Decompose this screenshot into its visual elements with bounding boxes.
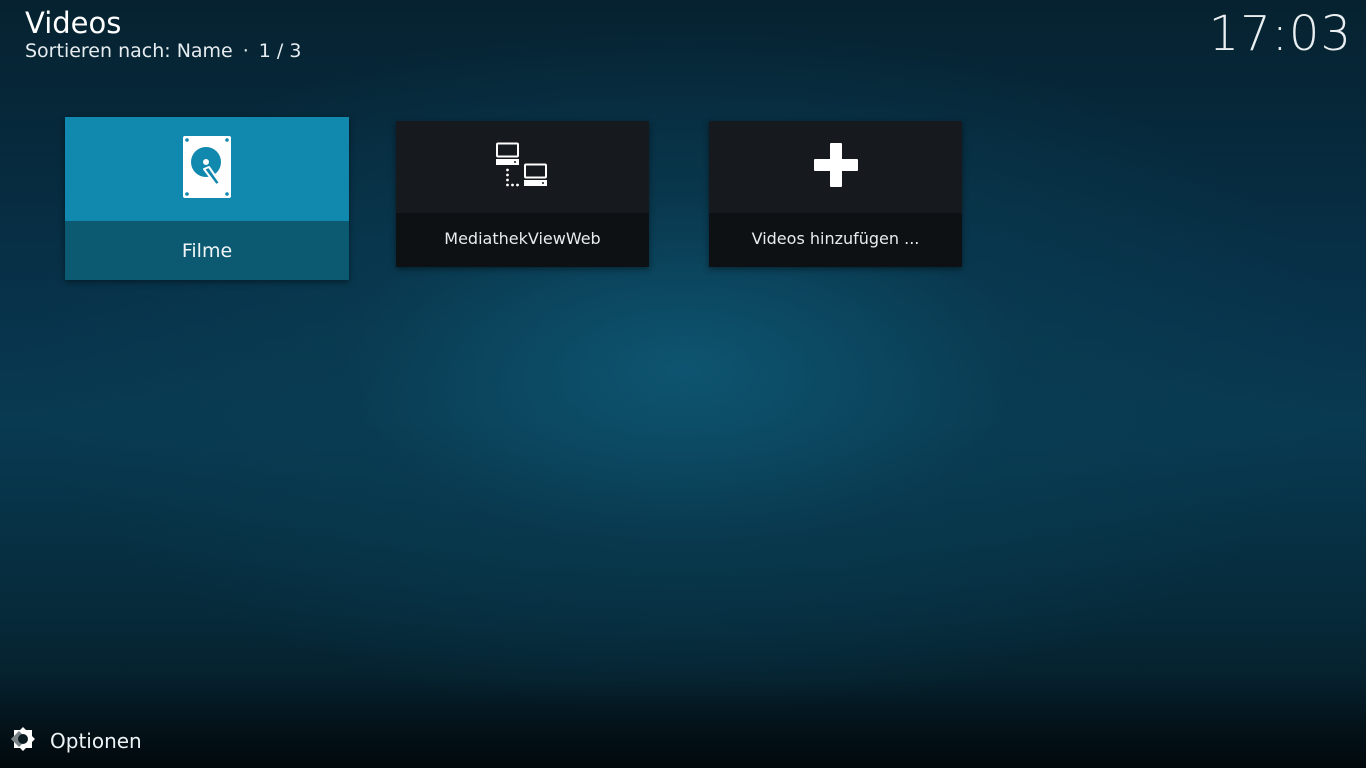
tile-filme-icon-area [65, 117, 349, 221]
clock: 17:03 [1208, 6, 1352, 62]
options-gear-icon [10, 726, 36, 756]
tile-mediathekviewweb-label: MediathekViewWeb [396, 213, 649, 267]
bottom-shade [0, 678, 1366, 768]
tile-add-videos-icon-area [709, 121, 962, 213]
tile-add-videos[interactable]: Videos hinzufügen ... [709, 121, 962, 267]
options-button[interactable]: Optionen [10, 726, 142, 756]
tile-filme-label: Filme [65, 221, 349, 280]
tile-mediathekviewweb[interactable]: MediathekViewWeb [396, 121, 649, 267]
page-title: Videos [25, 6, 122, 40]
tile-filme[interactable]: Filme [65, 117, 349, 280]
tile-mediathekviewweb-icon-area [396, 121, 649, 213]
sort-info: Sortieren nach: Name · 1 / 3 [25, 38, 301, 64]
separator-dot: · [242, 40, 249, 62]
options-label: Optionen [50, 729, 142, 753]
plus-icon [813, 142, 859, 192]
tile-add-videos-label: Videos hinzufügen ... [709, 213, 962, 267]
hard-drive-icon [182, 135, 232, 203]
page-indicator: 1 / 3 [258, 40, 302, 62]
network-icon [495, 142, 551, 192]
sort-label[interactable]: Sortieren nach: Name [25, 40, 233, 62]
